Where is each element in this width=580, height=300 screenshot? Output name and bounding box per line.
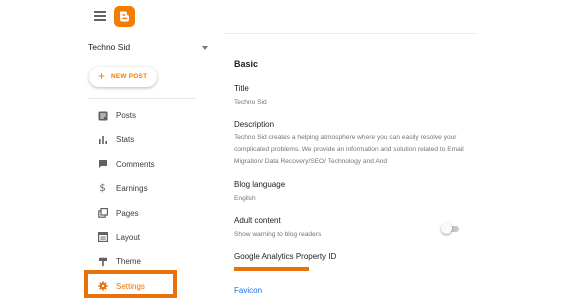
earnings-icon: $ [99, 182, 106, 194]
blogger-b-icon [120, 11, 129, 22]
sidebar-item-label: Theme [116, 257, 141, 267]
plus-icon: + [98, 69, 106, 83]
sidebar-item-layout[interactable]: Layout [88, 226, 198, 250]
description-label: Description [234, 120, 275, 129]
theme-icon [97, 256, 108, 267]
new-post-label: NEW POST [111, 73, 148, 80]
title-label: Title [234, 84, 249, 93]
sidebar-item-label: Posts [116, 111, 137, 120]
sidebar-nav: Posts Stats Comments $ Earnings Pages La… [88, 104, 198, 299]
sidebar-item-theme[interactable]: Theme [88, 250, 198, 274]
sidebar-item-comments[interactable]: Comments [88, 153, 198, 177]
sidebar-item-earnings[interactable]: $ Earnings [88, 177, 198, 201]
title-value[interactable]: Techno Sid [234, 97, 464, 109]
new-post-button[interactable]: + NEW POST [89, 67, 157, 87]
sidebar-item-label: Stats [116, 135, 135, 145]
blog-selector[interactable]: Techno Sid [88, 40, 214, 58]
sidebar-item-posts[interactable]: Posts [88, 104, 198, 128]
blogger-logo[interactable] [114, 6, 135, 27]
description-value[interactable]: Techno Sid creates a helping atmosphere … [234, 132, 464, 168]
section-title: Basic [234, 59, 259, 69]
sidebar-item-pages[interactable]: Pages [88, 202, 198, 226]
header-divider [223, 33, 477, 34]
sidebar-item-label: Pages [116, 208, 139, 218]
blog-name: Techno Sid [88, 42, 131, 52]
hamburger-icon[interactable] [94, 11, 106, 21]
adult-content-label: Adult content [234, 216, 281, 225]
sidebar-item-label: Layout [116, 232, 141, 242]
sidebar-divider [88, 98, 196, 99]
blog-language-value[interactable]: English [234, 193, 464, 205]
stats-icon [97, 134, 108, 145]
sidebar-item-label: Comments [116, 159, 155, 169]
gear-icon [97, 281, 108, 292]
posts-icon [97, 110, 108, 121]
toggle-knob [441, 223, 452, 234]
comments-icon [97, 159, 108, 170]
chevron-down-icon [202, 46, 208, 50]
google-analytics-highlight [234, 267, 309, 271]
google-analytics-label: Google Analytics Property ID [234, 252, 337, 261]
blog-language-label: Blog language [234, 180, 286, 189]
favicon-link[interactable]: Favicon [234, 286, 262, 295]
pages-icon [97, 208, 108, 219]
sidebar-item-label: Earnings [116, 184, 148, 194]
sidebar-item-stats[interactable]: Stats [88, 128, 198, 152]
layout-icon [97, 232, 108, 243]
top-bar [0, 0, 580, 34]
adult-content-value: Show warning to blog readers [234, 231, 322, 238]
adult-content-toggle[interactable] [441, 223, 461, 235]
sidebar-item-label: Settings [116, 281, 145, 291]
sidebar-item-settings[interactable]: Settings [88, 275, 198, 299]
